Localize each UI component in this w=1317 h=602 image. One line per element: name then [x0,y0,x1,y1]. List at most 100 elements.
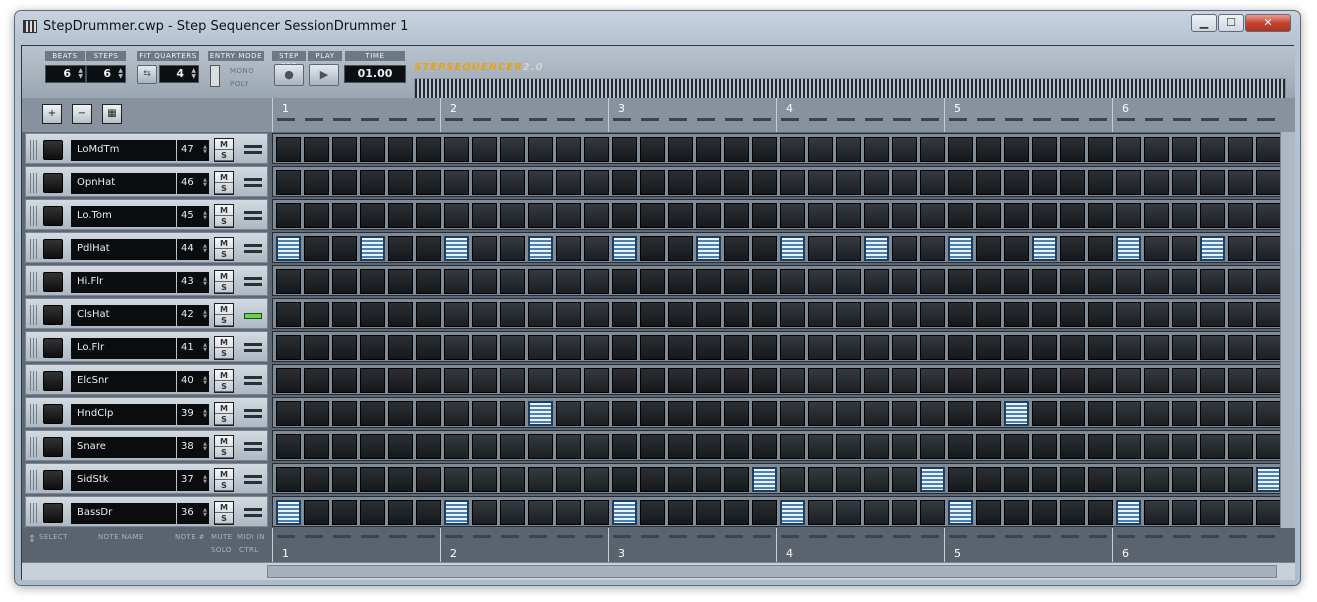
step-cell[interactable] [724,467,749,492]
drag-handle[interactable] [30,305,37,325]
solo-button[interactable]: S [215,381,233,392]
step-cell[interactable] [1144,500,1169,525]
step-cell[interactable] [1088,203,1113,228]
step-cell-active[interactable] [752,467,777,492]
step-cell[interactable] [836,500,861,525]
step-cell[interactable] [1088,137,1113,162]
step-cell[interactable] [892,302,917,327]
step-cell[interactable] [920,269,945,294]
row-select-button[interactable] [43,437,63,457]
note-number-spinner[interactable]: 36 ▲ ▼ [177,503,209,524]
step-cell[interactable] [584,170,609,195]
row-select-button[interactable] [43,404,63,424]
step-cell-active[interactable] [780,500,805,525]
step-cell[interactable] [500,434,525,459]
step-cell[interactable] [808,137,833,162]
step-cell[interactable] [976,236,1001,261]
step-cell-active[interactable] [444,500,469,525]
step-cell[interactable] [1172,335,1197,360]
step-cell[interactable] [724,236,749,261]
solo-button[interactable]: S [215,447,233,458]
step-cell[interactable] [1060,500,1085,525]
step-cell[interactable] [556,368,581,393]
step-cell[interactable] [1228,401,1253,426]
step-cell[interactable] [584,137,609,162]
step-cell[interactable] [920,368,945,393]
step-cell[interactable] [920,137,945,162]
step-cell[interactable] [472,137,497,162]
step-cell[interactable] [724,302,749,327]
step-cell[interactable] [1116,269,1141,294]
step-cell[interactable] [948,335,973,360]
step-cell[interactable] [1228,500,1253,525]
step-cell[interactable] [752,500,777,525]
step-cell[interactable] [1144,335,1169,360]
step-cell[interactable] [976,368,1001,393]
step-cell[interactable] [724,137,749,162]
drag-handle[interactable] [30,272,37,292]
step-cell[interactable] [1116,203,1141,228]
step-cell[interactable] [668,302,693,327]
step-cell[interactable] [472,302,497,327]
row-select-button[interactable] [43,239,63,259]
step-cell[interactable] [276,203,301,228]
step-cell[interactable] [668,467,693,492]
step-cell[interactable] [1256,170,1281,195]
minimize-button[interactable]: ▁ [1191,14,1217,32]
row-resize-icon[interactable]: ⇕ [28,534,37,545]
step-cell[interactable] [752,401,777,426]
step-cell[interactable] [1200,467,1225,492]
step-cell[interactable] [1032,137,1057,162]
step-cell[interactable] [1144,401,1169,426]
step-cell-active[interactable] [1004,401,1029,426]
step-cell[interactable] [500,302,525,327]
step-cell[interactable] [668,401,693,426]
step-cell[interactable] [388,236,413,261]
step-cell[interactable] [1032,434,1057,459]
step-cell[interactable] [1144,368,1169,393]
step-cell[interactable] [724,170,749,195]
step-cell[interactable] [472,269,497,294]
step-cell[interactable] [836,467,861,492]
step-cell[interactable] [612,467,637,492]
step-cell[interactable] [976,335,1001,360]
step-cell[interactable] [668,170,693,195]
step-cell[interactable] [584,500,609,525]
step-cell[interactable] [752,335,777,360]
step-cell[interactable] [780,335,805,360]
step-cell[interactable] [416,467,441,492]
poly-option[interactable]: POLY [230,80,249,88]
step-cell[interactable] [584,401,609,426]
step-cell[interactable] [1032,335,1057,360]
step-cell[interactable] [1116,368,1141,393]
step-cell-active[interactable] [444,236,469,261]
step-cell[interactable] [1088,269,1113,294]
step-cell[interactable] [1004,170,1029,195]
step-cell[interactable] [528,302,553,327]
step-cell-active[interactable] [612,500,637,525]
step-cell[interactable] [1116,335,1141,360]
step-cell[interactable] [1200,401,1225,426]
step-cell[interactable] [892,269,917,294]
step-cell[interactable] [1144,269,1169,294]
drag-handle[interactable] [30,371,37,391]
drag-handle[interactable] [30,470,37,490]
solo-button[interactable]: S [215,216,233,227]
step-cell[interactable] [640,335,665,360]
row-select-button[interactable] [43,173,63,193]
grid-view-icon[interactable]: ▦ [102,104,122,124]
step-cell[interactable] [416,335,441,360]
step-cell[interactable] [864,203,889,228]
step-cell[interactable] [500,401,525,426]
step-cell[interactable] [444,401,469,426]
beats-spinner[interactable]: 6 ▲ ▼ [45,65,86,83]
step-cell[interactable] [1032,368,1057,393]
note-name-field[interactable]: SidStk [71,470,176,491]
step-cell-active[interactable] [864,236,889,261]
spinner-arrows-icon[interactable]: ▲ ▼ [203,409,207,419]
note-number-spinner[interactable]: 44 ▲ ▼ [177,239,209,260]
mute-button[interactable]: M [215,238,233,249]
mono-option[interactable]: MONO [230,67,254,75]
mute-button[interactable]: M [215,502,233,513]
step-cell[interactable] [388,467,413,492]
